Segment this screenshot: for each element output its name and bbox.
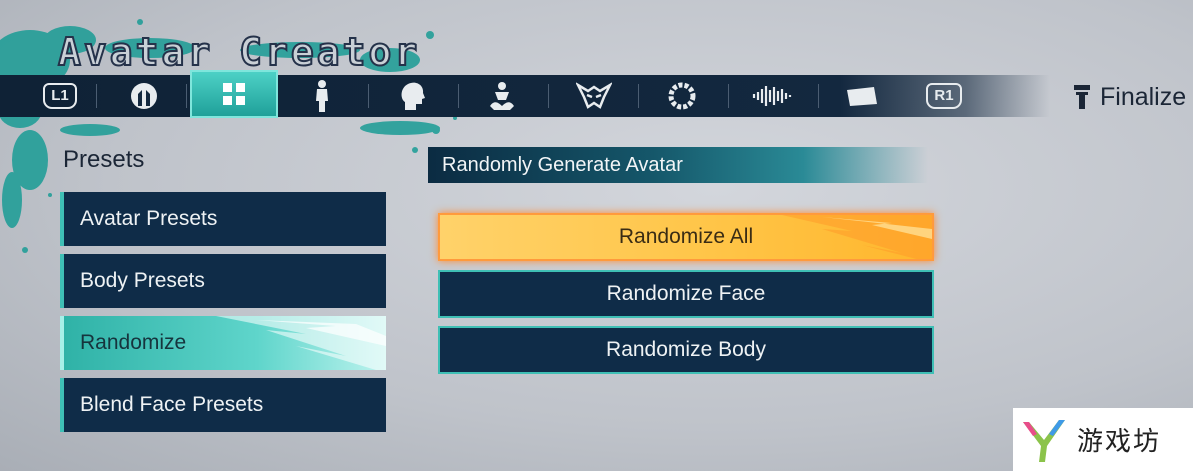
panel-header: Randomly Generate Avatar [428, 147, 928, 183]
watermark: 游戏坊 [1013, 408, 1193, 471]
face-preset-icon [131, 83, 157, 109]
tab-outfit[interactable] [476, 75, 528, 117]
tab-face-presets[interactable] [118, 75, 170, 117]
randomize-all-button[interactable]: Randomize All [438, 213, 934, 261]
tab-divider [368, 84, 369, 108]
selection-streak-decoration [216, 316, 386, 370]
panel-header-label: Randomly Generate Avatar [442, 153, 683, 176]
presets-section-title: Presets [63, 146, 145, 173]
tab-divider [818, 84, 819, 108]
watermark-text: 游戏坊 [1077, 427, 1162, 457]
tab-voice[interactable] [746, 75, 798, 117]
menu-item-body-presets[interactable]: Body Presets [60, 254, 386, 308]
randomize-face-button[interactable]: Randomize Face [438, 270, 934, 318]
menu-item-randomize[interactable]: Randomize [60, 316, 386, 370]
menu-item-avatar-presets[interactable]: Avatar Presets [60, 192, 386, 246]
randomize-body-button[interactable]: Randomize Body [438, 326, 934, 374]
highlight-flash-decoration [782, 215, 932, 259]
tab-card[interactable] [836, 75, 888, 117]
card-icon [847, 87, 877, 106]
watermark-logo-icon [1023, 419, 1065, 462]
l1-bumper-button[interactable]: L1 [34, 75, 86, 117]
page-title: Avatar Creator [57, 29, 421, 75]
voice-wave-icon [752, 86, 792, 106]
tab-divider [186, 84, 187, 108]
tab-divider [458, 84, 459, 108]
touchpad-button-icon [1074, 85, 1090, 109]
menu-item-label: Body Presets [80, 269, 205, 292]
mask-icon [576, 82, 612, 109]
finalize-label: Finalize [1100, 82, 1187, 111]
menu-item-label: Randomize [80, 331, 187, 354]
button-label: Randomize All [618, 225, 754, 248]
tab-presets[interactable] [190, 70, 278, 118]
button-label: Randomize Body [606, 338, 766, 361]
menu-item-label: Avatar Presets [80, 207, 218, 230]
r1-bumper-button[interactable]: R1 [918, 75, 970, 117]
tab-accessory[interactable] [656, 75, 708, 117]
tab-mask[interactable] [568, 75, 620, 117]
tab-divider [638, 84, 639, 108]
ring-icon [668, 82, 696, 110]
button-label: Randomize Face [606, 282, 766, 305]
body-icon [316, 80, 328, 112]
tab-divider [548, 84, 549, 108]
tab-head[interactable] [386, 75, 438, 117]
r1-label: R1 [926, 83, 962, 109]
menu-item-label: Blend Face Presets [80, 393, 264, 416]
outfit-icon [490, 82, 514, 110]
l1-label: L1 [43, 83, 77, 109]
tab-divider [728, 84, 729, 108]
tab-divider [96, 84, 97, 108]
head-profile-icon [401, 82, 425, 110]
tab-body[interactable] [296, 75, 348, 117]
menu-item-blend-face-presets[interactable]: Blend Face Presets [60, 378, 386, 432]
finalize-button[interactable]: Finalize [1072, 80, 1186, 114]
grid-presets-icon [223, 83, 245, 105]
